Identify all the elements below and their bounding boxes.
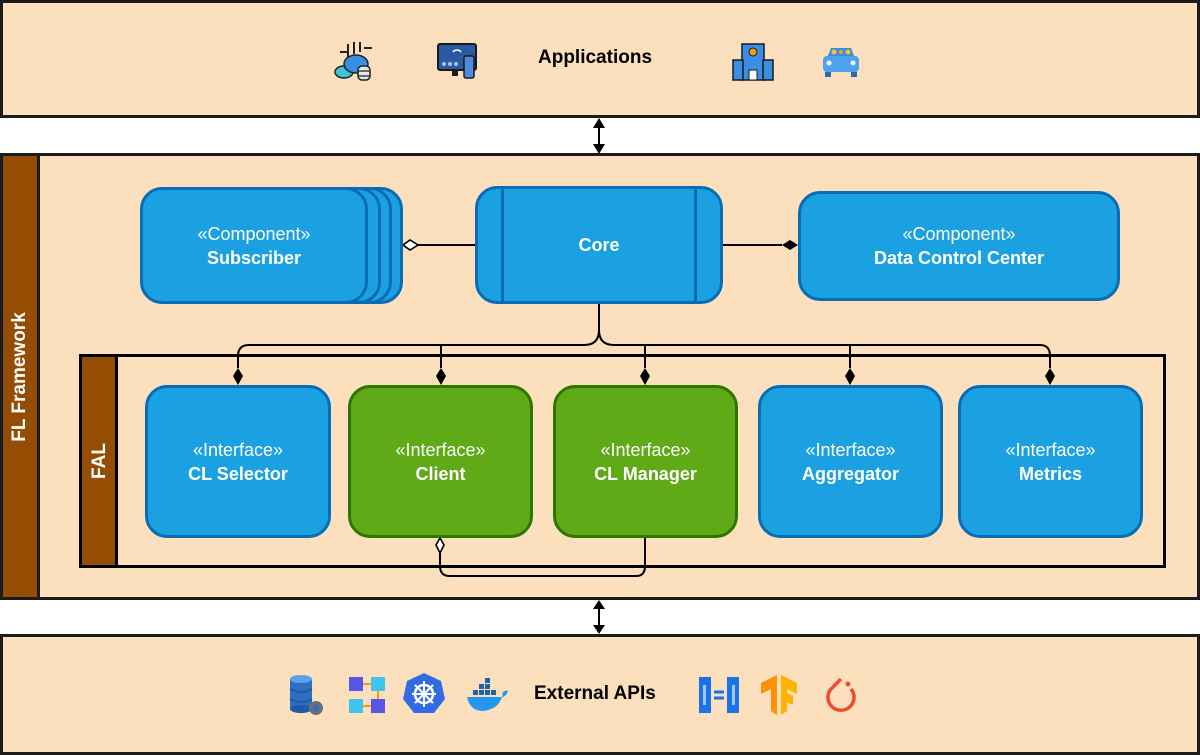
pytorch-icon — [826, 677, 856, 713]
interface-name: Metrics — [1018, 463, 1083, 484]
subscriber-name: Subscriber — [206, 247, 302, 268]
interface-cl-selector[interactable]: «Interface» CL Selector — [145, 385, 331, 538]
interface-name: Aggregator — [801, 463, 899, 484]
applications-label: Applications — [538, 47, 653, 68]
fl-framework-label: FL Framework — [9, 312, 30, 442]
interface-stereotype: «Interface» — [395, 439, 486, 460]
car-icon — [823, 48, 859, 77]
core-component[interactable]: Core — [475, 186, 723, 304]
database-gear-icon — [289, 675, 323, 715]
docker-icon — [467, 678, 508, 711]
interface-name: Client — [415, 463, 466, 484]
interface-client[interactable]: «Interface» Client — [348, 385, 533, 538]
framework-external-arrow — [593, 600, 605, 634]
kubernetes-icon — [403, 673, 445, 713]
interface-stereotype: «Interface» — [600, 439, 691, 460]
interface-stereotype: «Interface» — [1005, 439, 1096, 460]
core-left-bar — [501, 189, 504, 301]
hospital-icon — [732, 43, 774, 81]
fal-label: FAL — [89, 443, 110, 479]
data-control-center-component[interactable]: «Component» Data Control Center — [798, 191, 1120, 301]
subscriber-component[interactable]: «Component» Subscriber — [140, 187, 368, 304]
interface-name: CL Selector — [188, 463, 288, 484]
interface-aggregator[interactable]: «Interface» Aggregator — [758, 385, 943, 538]
server-sync-icon — [699, 677, 739, 713]
cloud-data-icon — [334, 42, 372, 81]
core-right-bar — [694, 189, 697, 301]
interface-name: CL Manager — [594, 463, 697, 484]
network-nodes-icon — [349, 677, 385, 713]
subscriber-stereotype: «Component» — [197, 223, 311, 244]
dcc-name: Data Control Center — [873, 248, 1044, 268]
interface-cl-manager[interactable]: «Interface» CL Manager — [553, 385, 738, 538]
external-apis-label: External APIs — [534, 683, 656, 704]
tensorflow-icon — [761, 675, 797, 715]
interface-stereotype: «Interface» — [805, 439, 896, 460]
app-framework-arrow — [593, 118, 605, 154]
smart-tv-icon — [437, 43, 477, 79]
interface-stereotype: «Interface» — [192, 439, 284, 460]
interface-metrics[interactable]: «Interface» Metrics — [958, 385, 1143, 538]
dcc-stereotype: «Component» — [902, 224, 1016, 244]
core-name: Core — [578, 235, 620, 255]
